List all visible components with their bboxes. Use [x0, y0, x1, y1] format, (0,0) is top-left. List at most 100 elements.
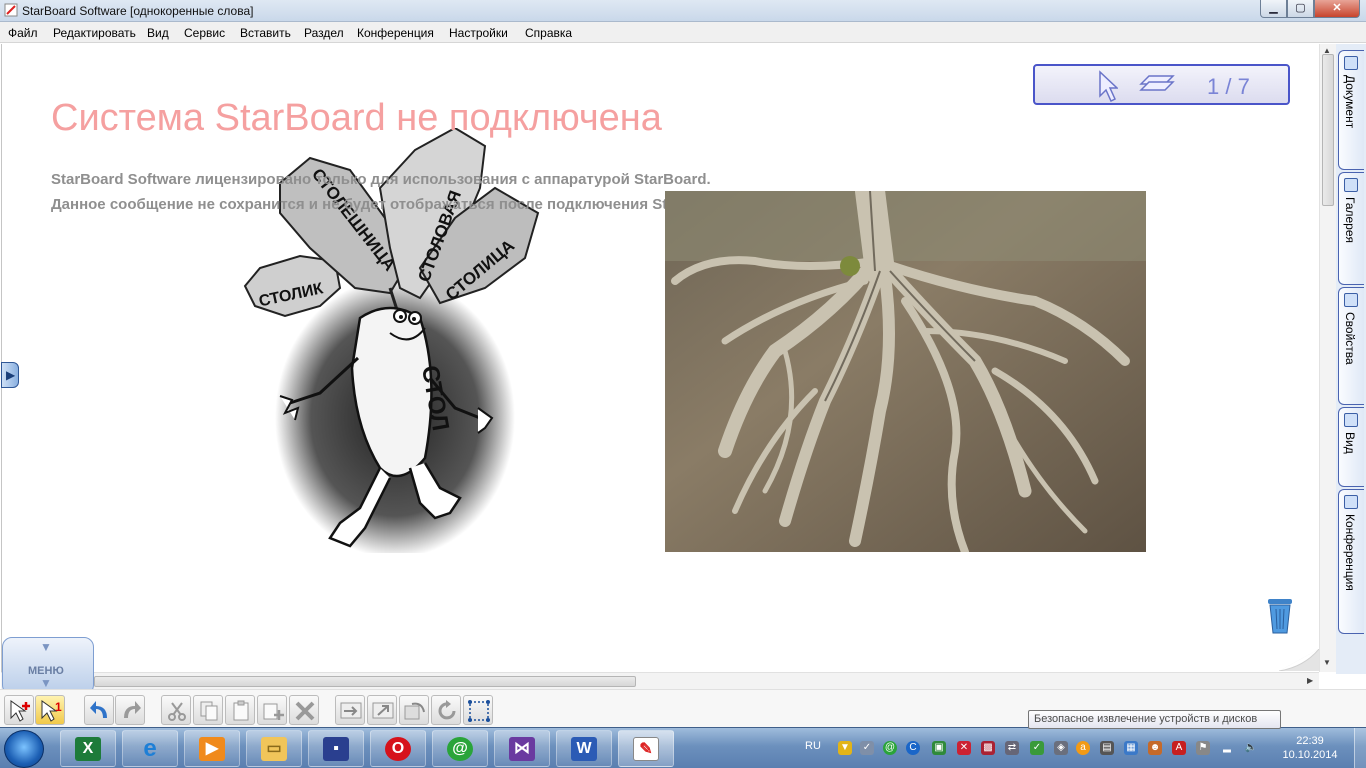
refresh-button[interactable] — [431, 695, 461, 725]
tab-conference[interactable]: Конференция — [1338, 489, 1364, 634]
pointer-icon[interactable] — [1098, 70, 1118, 102]
tree-roots-photo — [665, 191, 1146, 552]
windows-taskbar: X e ▶ ▭ ▪ O @ ⋈ W ✎ RU ▼ ✓ @ C ▣ ✕ ▩ ⇄ ✓… — [0, 727, 1366, 768]
trash-icon[interactable] — [1266, 597, 1294, 635]
copy-button[interactable] — [193, 695, 223, 725]
menu-insert[interactable]: Вставить — [240, 26, 291, 40]
import-icon — [340, 702, 362, 719]
taskbar-opera[interactable]: O — [370, 730, 426, 767]
shield-tray-icon[interactable]: ▼ — [838, 741, 852, 755]
page-curl-icon[interactable] — [1279, 649, 1319, 671]
paste-icon — [233, 700, 249, 721]
layers-icon[interactable] — [1139, 72, 1175, 96]
visual-studio-icon: ⋈ — [509, 737, 535, 761]
clipboard-tray-icon[interactable]: ▤ — [1100, 741, 1114, 755]
menu-file[interactable]: Файл — [8, 26, 38, 40]
select-one-button[interactable]: 1 — [35, 695, 65, 725]
taskbar-excel[interactable]: X — [60, 730, 116, 767]
signal-tray-icon[interactable]: ▂ — [1220, 741, 1234, 755]
left-panel-toggle[interactable]: ▶ — [1, 362, 19, 388]
sync-tray-icon[interactable]: ⇄ — [1005, 741, 1019, 755]
conference-icon — [1344, 495, 1358, 509]
cut-button[interactable] — [161, 695, 191, 725]
properties-icon — [1344, 293, 1358, 307]
skype-tray-icon[interactable]: C — [906, 741, 920, 755]
device-tray-icon[interactable]: ▩ — [981, 741, 995, 755]
flag-tray-icon[interactable]: ⚑ — [1196, 741, 1210, 755]
scissors-icon — [168, 702, 186, 721]
mail-tray-icon[interactable]: @ — [883, 741, 897, 755]
taskbar-save[interactable]: ▪ — [308, 730, 364, 767]
tab-gallery[interactable]: Галерея — [1338, 172, 1364, 285]
menu-widget[interactable]: ▼ МЕНЮ ▼ — [2, 637, 94, 695]
horizontal-scroll-thumb[interactable] — [94, 676, 636, 687]
gallery-icon — [1344, 178, 1358, 192]
menu-settings[interactable]: Настройки — [449, 26, 508, 40]
tab-view[interactable]: Вид — [1338, 407, 1364, 487]
import-button[interactable] — [335, 695, 365, 725]
undo-button[interactable] — [84, 695, 114, 725]
taskbar-word[interactable]: W — [556, 730, 612, 767]
close-button[interactable]: ✕ — [1314, 0, 1360, 18]
menu-service[interactable]: Сервис — [184, 26, 225, 40]
paste-new-button[interactable] — [257, 695, 287, 725]
minimize-button[interactable]: ▁ — [1260, 0, 1287, 18]
copy-icon — [200, 701, 218, 721]
agent-tray-icon[interactable]: a — [1076, 741, 1090, 755]
tab-document-label: Документ — [1343, 75, 1357, 129]
taskbar-starboard[interactable]: ✎ — [618, 730, 674, 767]
scroll-right-icon[interactable]: ▶ — [1307, 676, 1313, 685]
paste-plus-icon — [263, 703, 284, 720]
license-notice-line-2: Данное сообщение не сохранится и не буде… — [51, 196, 729, 213]
menu-help[interactable]: Справка — [525, 26, 572, 40]
clock-time: 22:39 — [1296, 735, 1324, 747]
usb-tray-icon[interactable]: ◈ — [1054, 741, 1068, 755]
undo-icon — [90, 701, 107, 718]
maximize-button[interactable]: ▢ — [1287, 0, 1314, 18]
select-add-button[interactable] — [4, 695, 34, 725]
taskbar-internet-explorer[interactable]: e — [122, 730, 178, 767]
language-indicator[interactable]: RU — [805, 740, 821, 752]
tab-document[interactable]: Документ — [1338, 50, 1364, 170]
taskbar-visual-studio[interactable]: ⋈ — [494, 730, 550, 767]
select-area-button[interactable] — [463, 695, 493, 725]
pdf-tray-icon[interactable]: A — [1172, 741, 1186, 755]
title-bar: StarBoard Software [однокоренные слова] … — [0, 0, 1366, 22]
people-tray-icon[interactable]: ☻ — [1148, 741, 1162, 755]
chevron-down-icon: ▼ — [40, 640, 52, 654]
blocked-tray-icon[interactable]: ✕ — [957, 741, 971, 755]
paste-button[interactable] — [225, 695, 255, 725]
redo-button[interactable] — [115, 695, 145, 725]
menu-bar: Файл Редактировать Вид Сервис Вставить Р… — [0, 22, 1366, 43]
clock[interactable]: 22:39 10.10.2014 — [1280, 734, 1340, 762]
internet-explorer-icon: e — [143, 735, 157, 762]
monitor-tray-icon[interactable]: ▣ — [932, 741, 946, 755]
network-tray-icon[interactable]: ✓ — [860, 741, 874, 755]
taskbar-explorer[interactable]: ▭ — [246, 730, 302, 767]
taskbar-mail-agent[interactable]: @ — [432, 730, 488, 767]
display-tray-icon[interactable]: ▦ — [1124, 741, 1138, 755]
vertical-scroll-thumb[interactable] — [1322, 54, 1334, 206]
show-desktop-button[interactable] — [1354, 728, 1366, 768]
vertical-scrollbar[interactable]: ▲ ▼ — [1319, 44, 1336, 672]
menu-conference[interactable]: Конференция — [357, 26, 434, 40]
safely-remove-tray-icon[interactable]: ✓ — [1030, 741, 1044, 755]
opera-icon: O — [385, 737, 411, 761]
menu-view[interactable]: Вид — [147, 26, 169, 40]
taskbar-media-player[interactable]: ▶ — [184, 730, 240, 767]
menu-edit[interactable]: Редактировать — [53, 26, 136, 40]
menu-section[interactable]: Раздел — [304, 26, 344, 40]
delete-button[interactable] — [289, 695, 319, 725]
window-title: StarBoard Software [однокоренные слова] — [22, 4, 254, 18]
tab-properties[interactable]: Свойства — [1338, 287, 1364, 405]
tab-properties-label: Свойства — [1343, 312, 1357, 365]
send-back-button[interactable] — [399, 695, 429, 725]
start-button[interactable] — [4, 730, 44, 768]
horizontal-scrollbar[interactable]: ▶ — [1, 672, 1319, 689]
scroll-down-icon[interactable]: ▼ — [1323, 658, 1331, 667]
export-button[interactable] — [367, 695, 397, 725]
chevron-down-icon: ▼ — [40, 676, 52, 690]
at-sign-icon: @ — [447, 737, 473, 761]
page-navigator[interactable]: 1 / 7 — [1033, 64, 1290, 105]
volume-tray-icon[interactable]: 🔈 — [1244, 741, 1258, 755]
